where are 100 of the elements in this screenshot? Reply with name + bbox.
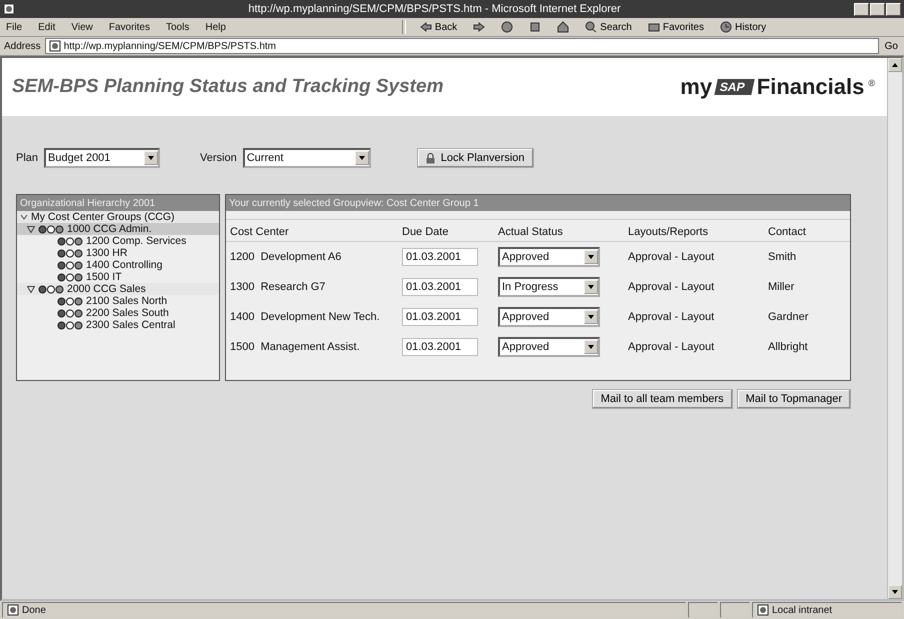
zone-panel: Local intranet — [752, 602, 902, 618]
expanded-triangle-icon[interactable] — [27, 286, 35, 292]
mail-button[interactable]: Mail to Topmanager — [736, 389, 851, 409]
brand-logo: my SAP Financials ® — [680, 74, 875, 100]
menu-item[interactable]: Edit — [36, 22, 58, 32]
traffic-light-icon — [57, 296, 83, 306]
table-cell-text: 1200 Development A6 — [229, 250, 342, 265]
caret-icon[interactable] — [584, 310, 598, 324]
menu-item[interactable]: View — [69, 22, 95, 32]
column-header: Actual Status — [494, 219, 624, 242]
menu-item[interactable]: Favorites — [106, 22, 152, 32]
back-arrow-icon — [420, 21, 432, 33]
tree-item[interactable]: 2200 Sales South — [17, 307, 219, 319]
table-cell-text: 1400 Development New Tech. — [229, 310, 381, 325]
column-header: Contact — [764, 219, 850, 242]
search-icon — [585, 21, 598, 33]
home-icon — [557, 21, 570, 33]
stop-icon — [501, 21, 514, 33]
folder-icon — [648, 21, 660, 33]
refresh-icon — [529, 21, 542, 33]
status-dropdown[interactable]: Approved — [498, 307, 600, 327]
window-title: http://wp.myplanning/SEM/CPM/BPS/PSTS.htm - Microsoft Internet Explorer — [247, 3, 622, 15]
column-header: Cost Center — [226, 219, 398, 242]
toolbar-button[interactable] — [499, 21, 516, 33]
address-label: Address — [4, 40, 41, 52]
panel-header: Organizational Hierarchy 2001 — [17, 195, 219, 211]
traffic-light-icon — [57, 236, 83, 246]
forward-arrow-icon — [473, 21, 486, 33]
tree-item[interactable]: 1500 IT — [17, 271, 219, 283]
version-label: Version — [200, 152, 237, 164]
caret-icon[interactable] — [584, 250, 598, 264]
date-field[interactable]: 01.03.2001 — [402, 248, 478, 266]
toolbar-button[interactable] — [471, 21, 488, 33]
plan-dropdown[interactable]: Budget 2001 — [44, 148, 160, 168]
go-button[interactable]: Go — [882, 40, 900, 52]
clock-icon — [720, 21, 732, 33]
tree-item[interactable]: 1300 HR — [17, 247, 219, 259]
browser-icon — [3, 3, 15, 15]
toolbar-button[interactable]: Favorites — [646, 21, 706, 33]
date-field[interactable]: 01.03.2001 — [402, 308, 478, 326]
scroll-down-button[interactable] — [888, 585, 902, 599]
traffic-light-icon — [57, 248, 83, 258]
toolbar-button[interactable] — [555, 21, 572, 33]
traffic-light-icon — [57, 308, 83, 318]
minimize-button[interactable] — [854, 2, 869, 16]
toolbar-button[interactable]: Back — [418, 21, 460, 33]
caret-icon[interactable] — [144, 151, 158, 165]
menu-item[interactable]: Tools — [164, 22, 192, 32]
table-cell-text: Allbright — [767, 340, 809, 355]
table-cell-text: 1300 Research G7 — [229, 280, 326, 295]
page-icon — [48, 40, 61, 52]
scrollbar[interactable] — [887, 58, 902, 599]
caret-icon[interactable] — [354, 151, 369, 165]
page-icon — [7, 604, 19, 616]
table-cell-text: Miller — [767, 280, 796, 295]
maximize-button[interactable] — [870, 2, 885, 16]
status-panel: Done — [2, 602, 686, 618]
address-field[interactable]: http://wp.myplanning/SEM/CPM/BPS/PSTS.htm — [44, 38, 879, 54]
column-header: Due Date — [398, 219, 494, 242]
table-cell-text: Smith — [767, 250, 798, 265]
caret-icon[interactable] — [584, 340, 598, 354]
tree-item[interactable]: 2000 CCG Sales — [17, 283, 219, 295]
table-cell-text: Approval - Layout — [627, 340, 716, 355]
page-title: SEM-BPS Planning Status and Tracking System — [12, 76, 444, 98]
tree-item[interactable]: My Cost Center Groups (CCG) — [17, 211, 219, 223]
caret-icon[interactable] — [584, 280, 598, 294]
tree-item[interactable]: 1000 CCG Admin. — [17, 223, 219, 235]
traffic-light-icon — [57, 320, 83, 330]
tree-item[interactable]: 2100 Sales North — [17, 295, 219, 307]
table-cell-text: Approval - Layout — [627, 280, 716, 295]
status-dropdown[interactable]: Approved — [498, 247, 600, 267]
toolbar-button[interactable]: Search — [583, 21, 634, 33]
lock-button[interactable]: Lock Planversion — [416, 148, 534, 168]
date-field[interactable]: 01.03.2001 — [402, 338, 478, 356]
padlock-icon — [426, 152, 435, 164]
tree-item[interactable]: 2300 Sales Central — [17, 319, 219, 331]
date-field[interactable]: 01.03.2001 — [402, 278, 478, 296]
tree-item[interactable]: 1400 Controlling — [17, 259, 219, 271]
version-dropdown[interactable]: Current — [242, 148, 371, 168]
traffic-light-icon — [57, 260, 83, 270]
table-cell-text: 1500 Management Assist. — [229, 340, 361, 355]
status-dropdown[interactable]: Approved — [498, 337, 600, 357]
traffic-light-icon — [38, 284, 64, 294]
column-header: Layouts/Reports — [624, 219, 764, 242]
plan-label: Plan — [16, 152, 38, 164]
menu-item[interactable]: Help — [203, 22, 228, 32]
status-dropdown[interactable]: In Progress — [498, 277, 600, 297]
scroll-up-button[interactable] — [888, 58, 902, 72]
table-cell-text: Gardner — [767, 310, 810, 325]
traffic-light-icon — [38, 224, 64, 234]
close-button[interactable] — [886, 2, 901, 16]
mail-button[interactable]: Mail to all team members — [592, 389, 733, 409]
toolbar-button[interactable]: History — [718, 21, 768, 33]
table-cell-text: Approval - Layout — [627, 310, 716, 325]
traffic-light-icon — [57, 272, 83, 282]
menu-item[interactable]: File — [4, 22, 24, 32]
network-icon — [757, 604, 769, 616]
table-cell-text: Approval - Layout — [627, 250, 716, 265]
tree-item[interactable]: 1200 Comp. Services — [17, 235, 219, 247]
panel-header: Your currently selected Groupview: Cost Center Group 1 — [226, 195, 850, 211]
